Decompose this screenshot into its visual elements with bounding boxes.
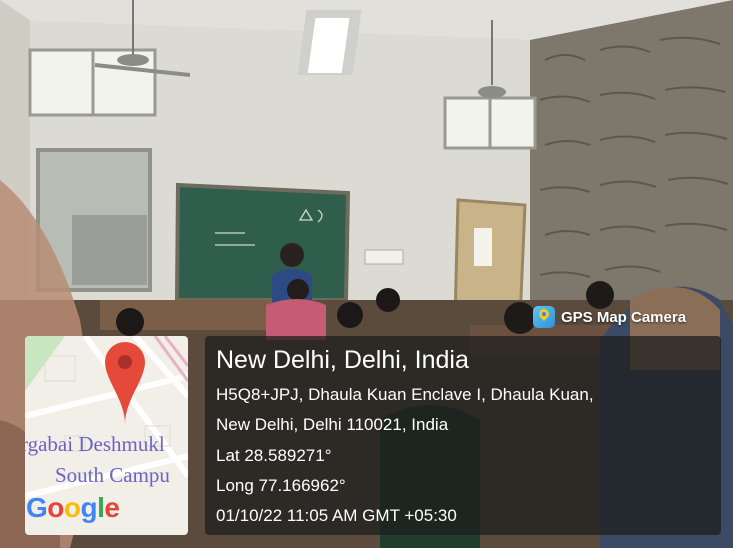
google-logo-letter: G: [26, 492, 48, 523]
city-line: New Delhi, Delhi, India: [216, 346, 469, 374]
location-info-panel: New Delhi, Delhi, India H5Q8+JPJ, Dhaula…: [205, 336, 721, 535]
timestamp-text: 01/10/22 11:05 AM GMT +05:30: [216, 506, 457, 525]
app-badge: GPS Map Camera: [533, 306, 686, 328]
map-poi-label-line2: South Campu: [55, 463, 170, 487]
address-line-2: New Delhi, Delhi 110021, India: [216, 415, 449, 434]
latitude-text: Lat 28.589271°: [216, 446, 332, 465]
google-logo-letter: e: [104, 492, 120, 523]
map-thumbnail: rgabai Deshmukl South Campu Google: [25, 336, 188, 535]
map-poi-label-line1: rgabai Deshmukl: [25, 432, 165, 456]
google-logo-letter: g: [80, 492, 98, 523]
google-logo-letter: o: [47, 492, 64, 523]
gps-map-camera-icon: [533, 306, 555, 328]
google-logo: Google: [26, 492, 120, 524]
longitude-text: Long 77.166962°: [216, 476, 346, 495]
app-badge-label: GPS Map Camera: [561, 308, 687, 326]
address-line-1: H5Q8+JPJ, Dhaula Kuan Enclave I, Dhaula …: [216, 385, 594, 404]
google-logo-letter: o: [63, 492, 81, 523]
